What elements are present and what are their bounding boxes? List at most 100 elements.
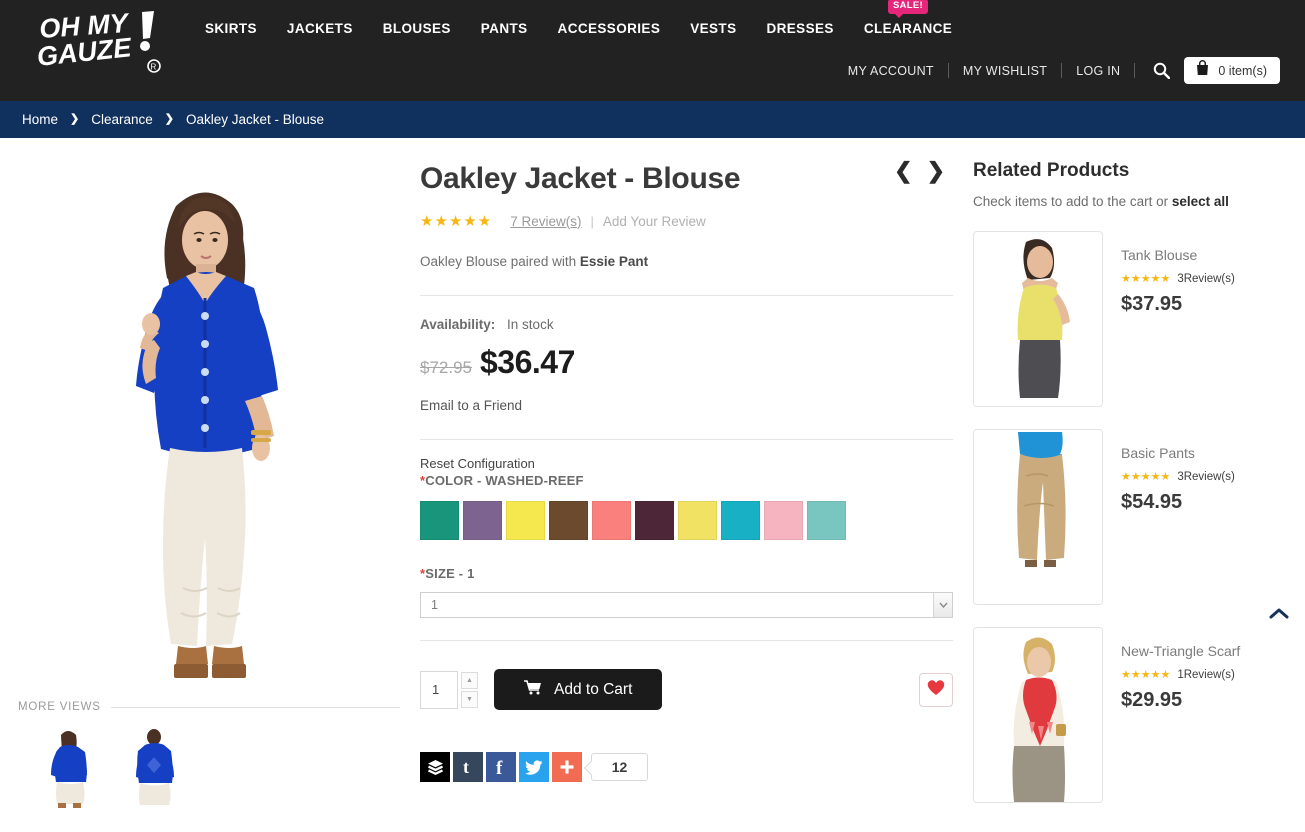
breadcrumb-item-clearance[interactable]: Clearance [91, 112, 153, 127]
main-product-image[interactable] [18, 148, 390, 693]
reset-configuration-link[interactable]: Reset Configuration [420, 456, 965, 471]
color-swatch-brown[interactable] [549, 501, 588, 540]
scroll-to-top-button[interactable] [1266, 603, 1292, 629]
related-product-name[interactable]: Basic Pants [1121, 445, 1235, 461]
add-to-cart-label: Add to Cart [554, 680, 633, 698]
size-option-label: *SIZE - 1 [420, 566, 475, 581]
rating-summary: ★★★★★ 7 Review(s) | Add Your Review [420, 212, 965, 230]
nav-item-accessories[interactable]: ACCESSORIES [543, 21, 676, 36]
divider: | [590, 213, 594, 229]
color-swatch-teal[interactable] [721, 501, 760, 540]
related-products: Related Products Check items to add to t… [965, 138, 1305, 832]
chevron-right-icon: ❯ [70, 113, 80, 125]
related-product-price: $54.95 [1121, 491, 1183, 513]
related-product-thumbnail[interactable] [973, 627, 1103, 803]
share-twitter-button[interactable] [519, 752, 549, 782]
chevron-right-icon[interactable]: ❯ [927, 160, 945, 182]
nav-item-clearance[interactable]: SALE! CLEARANCE [849, 0, 967, 36]
related-product-rating: ★★★★★ 1Review(s) [1121, 668, 1240, 682]
star-rating: ★★★★★ [420, 213, 493, 230]
svg-text:f: f [496, 758, 503, 776]
caret-down-icon[interactable]: ▼ [461, 690, 478, 708]
review-count-link[interactable]: 7 Review(s) [510, 214, 581, 229]
email-to-friend-link[interactable]: Email to a Friend [420, 398, 965, 413]
divider [420, 640, 953, 641]
sale-badge: SALE! [887, 0, 928, 18]
add-to-cart-row: 1 ▲ ▼ Add to Cart [420, 669, 953, 710]
search-icon[interactable] [1153, 62, 1171, 79]
color-swatch-coral[interactable] [592, 501, 631, 540]
page-title: Oakley Jacket - Blouse [420, 162, 741, 195]
site-logo[interactable]: OH MY GAUZE R [38, 8, 168, 80]
color-swatch-pale-yellow[interactable] [678, 501, 717, 540]
related-product-name[interactable]: Tank Blouse [1121, 247, 1235, 263]
related-product-rating: ★★★★★ 3Review(s) [1121, 272, 1235, 286]
chevron-right-icon: ❯ [164, 113, 174, 125]
thumbnail-back[interactable] [124, 725, 186, 810]
share-addthis-button[interactable] [552, 752, 582, 782]
paired-product-link[interactable]: Essie Pant [580, 254, 648, 269]
product-page: MORE VIEWS Oakley Jacket - Blouse ❮ ❯ ★★… [0, 138, 1305, 832]
availability-value: In stock [507, 317, 554, 332]
review-count: 3Review(s) [1177, 470, 1235, 483]
site-header: OH MY GAUZE R SKIRTS JACKETS BLOUSES PAN… [0, 0, 1305, 101]
quantity-input[interactable]: 1 [420, 670, 458, 709]
divider [110, 706, 400, 708]
nav-item-vests[interactable]: VESTS [675, 21, 751, 36]
chevron-down-icon[interactable] [933, 592, 953, 618]
related-product-thumbnail[interactable] [973, 231, 1103, 407]
price-block: $72.95 $36.47 [420, 344, 965, 381]
related-product-name[interactable]: New-Triangle Scarf [1121, 643, 1240, 659]
add-review-link[interactable]: Add Your Review [603, 214, 706, 229]
svg-text:t: t [463, 758, 469, 776]
related-product-price: $37.95 [1121, 293, 1183, 315]
nav-item-pants[interactable]: PANTS [466, 21, 543, 36]
share-facebook-button[interactable]: f [486, 752, 516, 782]
review-count: 1Review(s) [1177, 668, 1235, 681]
caret-up-icon[interactable]: ▲ [461, 671, 478, 689]
quantity-stepper: ▲ ▼ [461, 671, 478, 708]
breadcrumb-item-current: Oakley Jacket - Blouse [186, 112, 325, 127]
my-wishlist-link[interactable]: MY WISHLIST [949, 64, 1061, 78]
nav-item-skirts[interactable]: SKIRTS [190, 21, 272, 36]
star-rating: ★★★★★ [1121, 273, 1171, 285]
chevron-left-icon[interactable]: ❮ [894, 160, 912, 182]
color-swatch-muted-purple[interactable] [463, 501, 502, 540]
thumbnail-front[interactable] [40, 725, 102, 810]
related-product-meta: Tank Blouse ★★★★★ 3Review(s) $37.95 [1121, 231, 1235, 407]
cart-button[interactable]: 0 item(s) [1184, 57, 1280, 84]
my-account-link[interactable]: MY ACCOUNT [834, 64, 948, 78]
product-info: Oakley Jacket - Blouse ❮ ❯ ★★★★★ 7 Revie… [400, 138, 965, 832]
share-tumblr-button[interactable]: t [453, 752, 483, 782]
divider [420, 295, 953, 296]
color-swatch-pink[interactable] [764, 501, 803, 540]
svg-text:R: R [151, 63, 157, 72]
old-price: $72.95 [420, 358, 472, 377]
related-product-thumbnail[interactable] [973, 429, 1103, 605]
special-price: $36.47 [480, 344, 575, 380]
color-swatch-dark-plum[interactable] [635, 501, 674, 540]
nav-item-dresses[interactable]: DRESSES [751, 21, 848, 36]
related-products-title: Related Products [973, 160, 1130, 181]
paired-with-note: Oakley Blouse paired with Essie Pant [420, 254, 649, 269]
log-in-link[interactable]: LOG IN [1062, 64, 1134, 78]
product-gallery: MORE VIEWS [0, 138, 400, 832]
nav-item-blouses[interactable]: BLOUSES [368, 21, 466, 36]
chevron-up-icon [1269, 607, 1289, 625]
breadcrumb-item-home[interactable]: Home [22, 112, 58, 127]
star-rating: ★★★★★ [1121, 669, 1171, 681]
social-share-bar: t f 12 [420, 752, 965, 782]
related-products-subtitle: Check items to add to the cart or select… [973, 194, 1229, 209]
color-swatch-bright-yellow[interactable] [506, 501, 545, 540]
color-swatch-teal-green[interactable] [420, 501, 459, 540]
related-product-item: Tank Blouse ★★★★★ 3Review(s) $37.95 [973, 231, 1305, 407]
add-to-wishlist-button[interactable] [919, 672, 953, 707]
shopping-bag-icon [1195, 60, 1210, 81]
color-swatch-washed-reef[interactable] [807, 501, 846, 540]
share-count: 12 [591, 753, 648, 781]
select-all-link[interactable]: select all [1172, 194, 1229, 209]
add-to-cart-button[interactable]: Add to Cart [494, 669, 663, 710]
share-buffer-button[interactable] [420, 752, 450, 782]
nav-item-jackets[interactable]: JACKETS [272, 21, 368, 36]
size-select[interactable]: 1 [420, 592, 953, 618]
